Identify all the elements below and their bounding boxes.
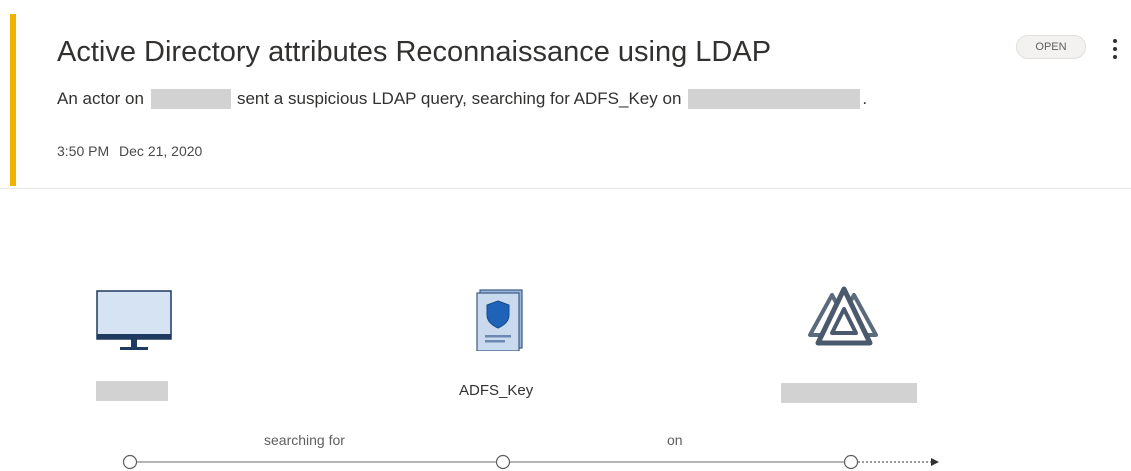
source-computer-node[interactable] [96,290,172,352]
key-document-icon [476,289,523,352]
description-middle: sent a suspicious LDAP query, searching … [236,89,682,108]
alert-card[interactable]: Active Directory attributes Reconnaissan… [0,0,1131,189]
description-suffix: . [862,89,868,108]
more-options-button[interactable] [1104,34,1126,64]
redacted-domain-name [781,383,917,403]
alert-date: Dec 21, 2020 [119,143,203,159]
redacted-source-computer [150,89,231,109]
severity-indicator [10,14,16,186]
description-prefix: An actor on [57,89,144,108]
redacted-target-domain [688,89,861,109]
edge-label-searching-for: searching for [264,432,345,448]
connector-node-1 [122,454,138,470]
computer-icon [96,290,172,350]
connector-node-3 [843,454,859,470]
edge-label-on: on [667,432,683,448]
redacted-computer-name [96,381,168,401]
more-options-icon [1113,39,1117,43]
alert-time: 3:50 PM [57,143,110,159]
target-domain-node[interactable] [806,285,882,351]
connector-node-2 [495,454,511,470]
alert-timestamp: 3:50 PM Dec 21, 2020 [57,143,202,159]
domain-icon [808,286,878,346]
adfs-key-node[interactable] [476,289,524,352]
arrowhead-icon [931,458,939,466]
alert-title: Active Directory attributes Reconnaissan… [57,36,772,68]
more-options-icon-dot [1113,55,1117,59]
graph-connectors [122,454,939,470]
alert-description: An actor on sent a suspicious LDAP query… [57,89,867,109]
more-options-icon-dot [1113,47,1117,51]
status-badge: OPEN [1016,35,1086,59]
adfs-key-label: ADFS_Key [459,382,534,399]
